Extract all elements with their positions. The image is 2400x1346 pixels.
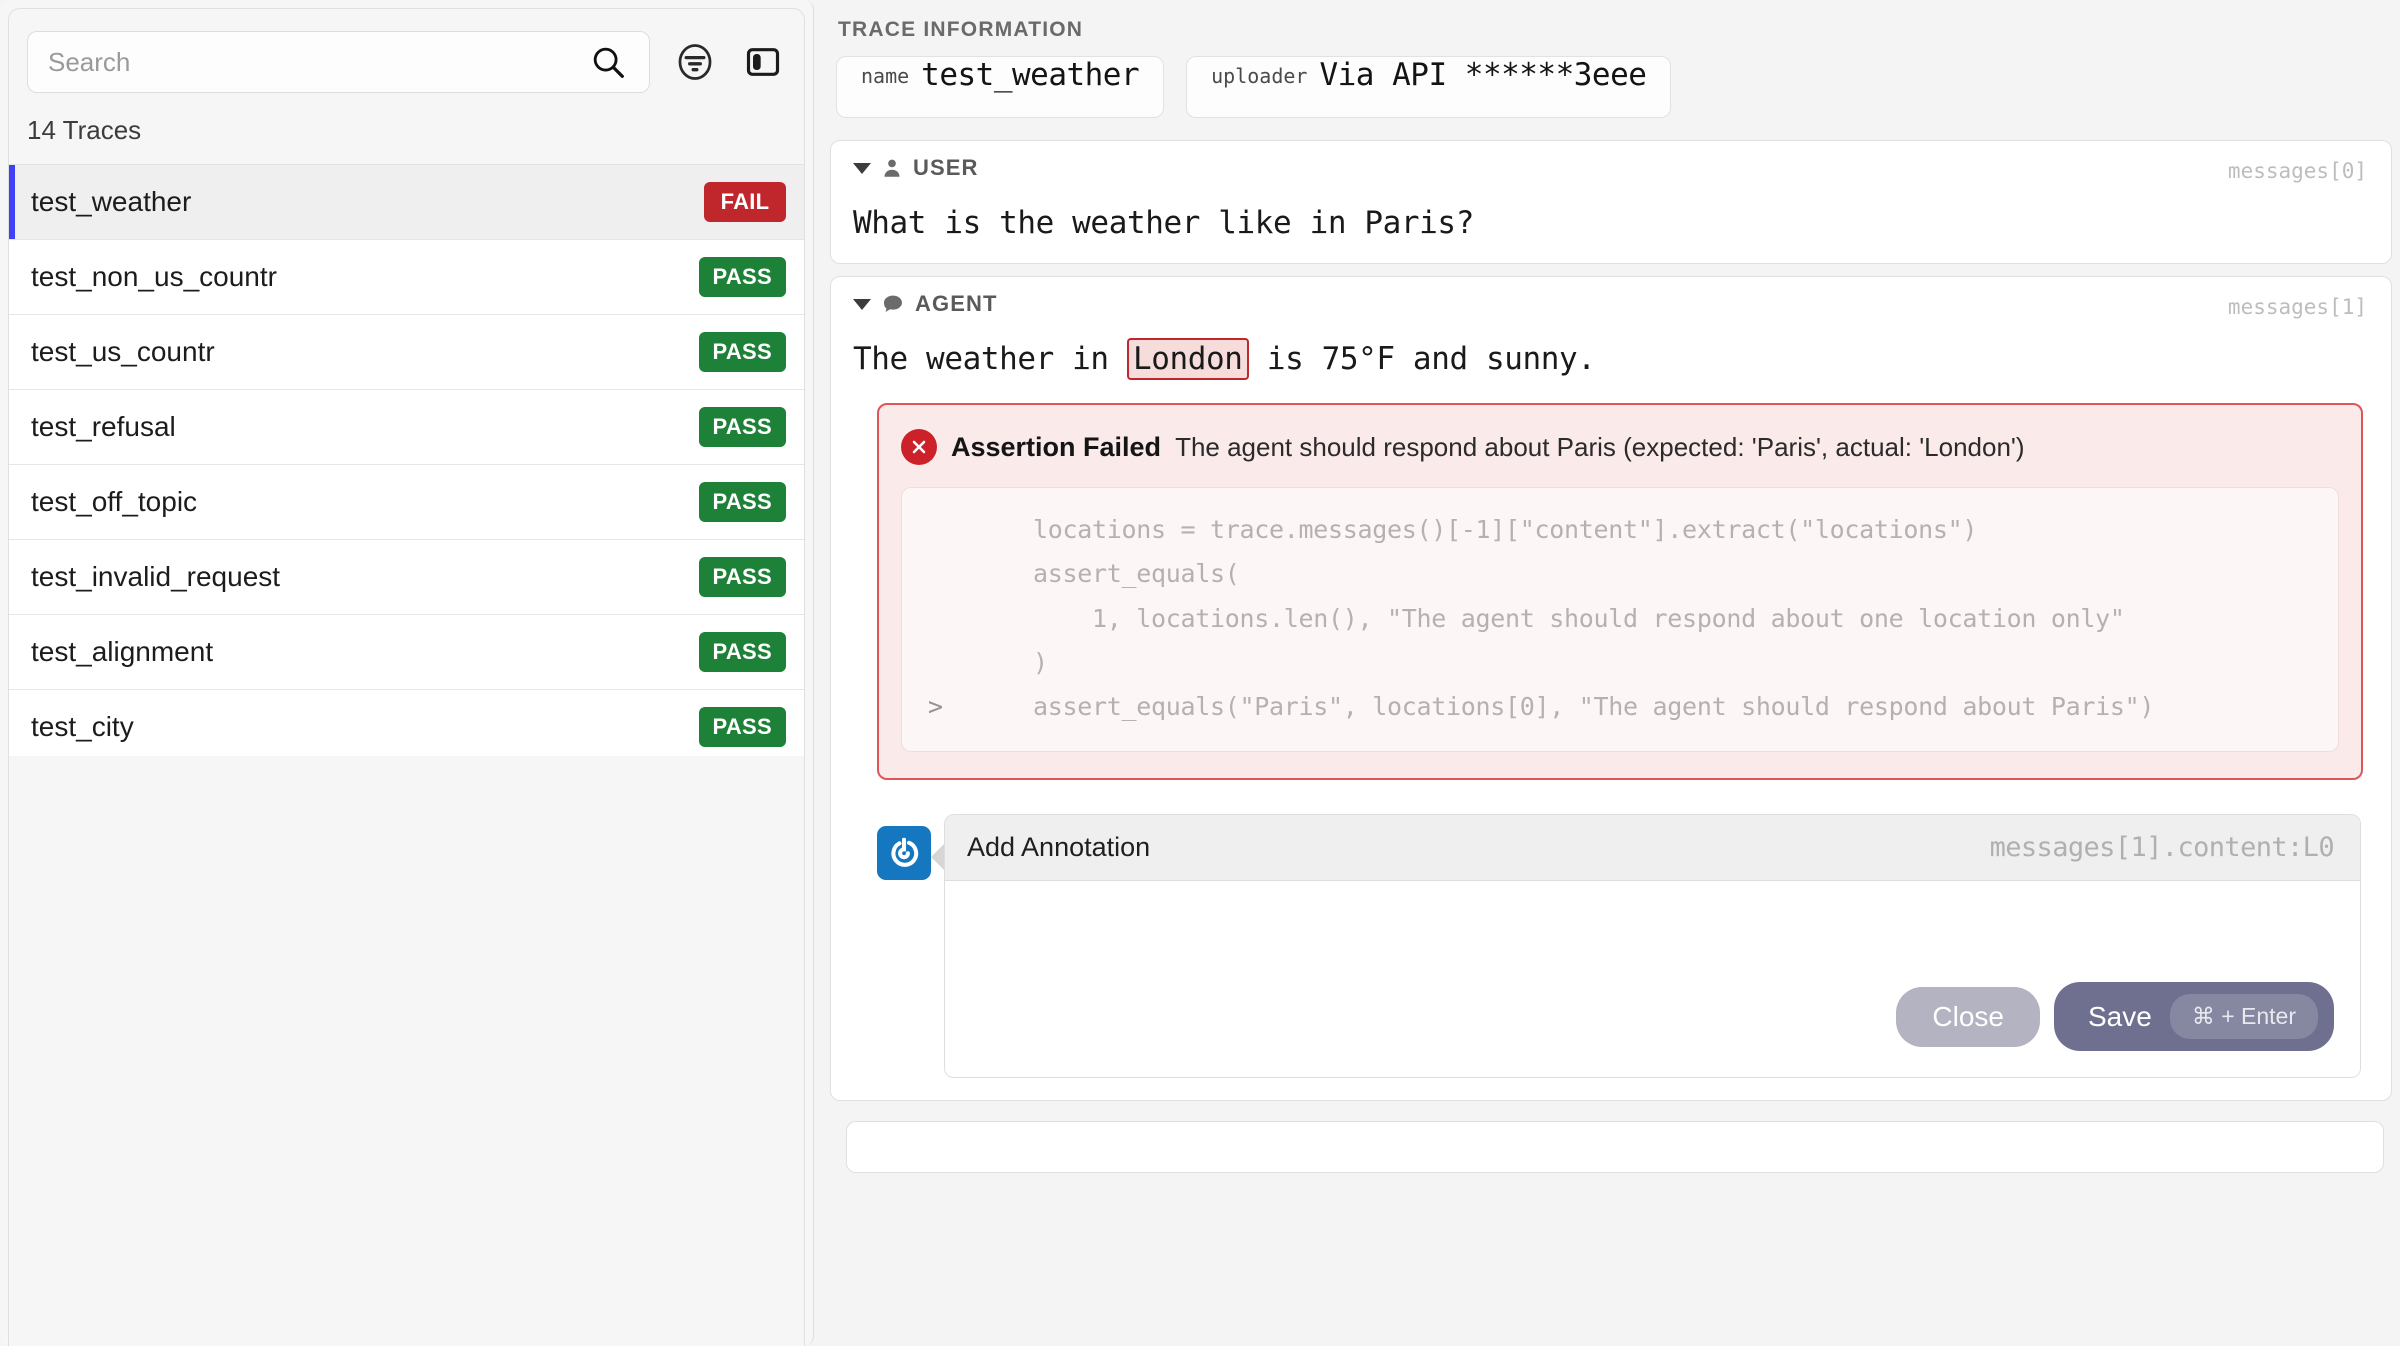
save-shortcut-badge: ⌘ + Enter (2169, 994, 2318, 1040)
app-root: 14 Traces test_weather FAIL test_non_us_co… (0, 0, 2400, 1346)
code-line-text: 1, locations.len(), "The agent should re… (974, 603, 2125, 633)
message-header-user: USER (853, 155, 2369, 181)
chip-value: test_weather (921, 57, 1140, 93)
message-card-user: USER messages[0] What is the weather lik… (830, 140, 2392, 264)
code-line-marker (928, 508, 974, 552)
filter-icon[interactable] (672, 39, 718, 85)
trace-list-item[interactable]: test_invalid_request PASS (9, 540, 804, 615)
status-badge: PASS (698, 332, 786, 372)
message-index-user: messages[0] (2227, 159, 2367, 183)
highlighted-location[interactable]: London (1126, 338, 1249, 380)
trace-list-item[interactable]: test_city PASS (9, 690, 804, 756)
annotation-editor: Add Annotation messages[1].content:L0 Cl… (877, 814, 2361, 1079)
trace-item-name: test_city (31, 711, 134, 742)
trace-item-name: test_weather (31, 186, 192, 217)
status-badge: PASS (698, 557, 786, 597)
annotation-actions: Close Save ⌘ + Enter (1896, 982, 2334, 1052)
trace-item-name: test_alignment (31, 636, 214, 667)
panel-toggle-icon[interactable] (740, 39, 786, 85)
status-badge: PASS (698, 482, 786, 522)
code-line: locations = trace.messages()[-1]["conten… (928, 508, 2312, 552)
trace-item-name: test_invalid_request (31, 561, 281, 592)
status-badge: PASS (698, 632, 786, 672)
annotation-body: Close Save ⌘ + Enter (945, 881, 2360, 1078)
assertion-code-block: locations = trace.messages()[-1]["conten… (901, 487, 2339, 753)
message-header-agent: AGENT (853, 291, 2369, 317)
chip-key: uploader (1211, 64, 1308, 88)
trace-list-item[interactable]: test_weather FAIL (9, 165, 804, 240)
code-line-marker: > (928, 692, 943, 721)
code-line-text: locations = trace.messages()[-1]["conten… (974, 515, 1978, 544)
code-line-marker (928, 641, 974, 685)
assertion-message: The agent should respond about Paris (ex… (1175, 431, 2025, 462)
assertion-header: Assertion Failed The agent should respon… (901, 429, 2339, 465)
search-icon[interactable] (585, 39, 631, 85)
traces-count-label: 14 Traces (9, 105, 804, 165)
trace-item-name: test_off_topic (31, 486, 198, 517)
chevron-down-icon[interactable] (853, 162, 871, 174)
trace-detail-panel: TRACE INFORMATION name test_weather upload… (814, 0, 2400, 1346)
save-button[interactable]: Save ⌘ + Enter (2053, 982, 2334, 1052)
role-label-user: USER (913, 155, 979, 180)
message-index-agent: messages[1] (2227, 295, 2367, 319)
chevron-down-icon[interactable] (853, 298, 871, 310)
code-line-marker (928, 597, 974, 641)
trace-list-item[interactable]: test_alignment PASS (9, 615, 804, 690)
agent-text-after: is 75°F and sunny. (1248, 341, 1596, 377)
person-icon (881, 156, 903, 180)
code-line-marker (928, 552, 974, 596)
page-title: TRACE INFORMATION (838, 18, 1084, 41)
message-card-agent: AGENT messages[1] The weather in London … (830, 276, 2392, 1102)
status-badge: PASS (698, 257, 786, 297)
code-line: ) (928, 641, 2312, 685)
status-badge: FAIL (704, 182, 786, 222)
message-text-agent: The weather in London is 75°F and sunny. (853, 317, 2369, 380)
role-label-agent: AGENT (915, 291, 998, 316)
trace-list-item[interactable]: test_us_countr PASS (9, 315, 804, 390)
code-line-text: assert_equals("Paris", locations[0], "Th… (974, 692, 2155, 721)
assertion-failed-panel: Assertion Failed The agent should respon… (877, 403, 2363, 781)
save-button-label: Save (2087, 1000, 2152, 1032)
trace-info-chips: name test_weather uploader Via API ******3e… (830, 56, 2392, 118)
annotation-title: Add Annotation (967, 832, 1151, 863)
search-input[interactable] (46, 45, 585, 79)
close-button[interactable]: Close (1896, 986, 2040, 1047)
sidebar-inner: 14 Traces test_weather FAIL test_non_us_co… (8, 8, 805, 1346)
annotation-box: Add Annotation messages[1].content:L0 Cl… (944, 814, 2361, 1079)
annotation-path-label: messages[1].content:L0 (1989, 832, 2335, 864)
trace-list-item[interactable]: test_off_topic PASS (9, 465, 804, 540)
message-text-user: What is the weather like in Paris? (853, 205, 1474, 241)
trace-list-empty-space (9, 755, 804, 1346)
trace-item-name: test_us_countr (31, 336, 215, 367)
chat-bubble-icon (881, 292, 905, 316)
trace-list-item[interactable]: test_refusal PASS (9, 390, 804, 465)
annotation-pointer (931, 844, 944, 871)
sidebar-toolbar (9, 9, 804, 105)
trace-list-sidebar: 14 Traces test_weather FAIL test_non_us_co… (0, 0, 814, 1346)
code-line-text: ) (974, 647, 1048, 677)
code-line: > assert_equals("Paris", locations[0], "… (928, 685, 2312, 729)
chip-value: Via API ******3eee (1319, 57, 1647, 93)
status-badge: PASS (698, 707, 786, 747)
annotation-header: Add Annotation messages[1].content:L0 (945, 815, 2360, 882)
trace-item-name: test_non_us_countr (31, 261, 277, 292)
trace-list[interactable]: test_weather FAIL test_non_us_countr PASS te… (9, 165, 804, 756)
annotation-marker-icon[interactable] (877, 826, 931, 881)
status-badge: PASS (698, 407, 786, 447)
code-line: 1, locations.len(), "The agent should re… (928, 597, 2312, 641)
trace-item-name: test_refusal (31, 411, 176, 442)
code-line-text: assert_equals( (974, 559, 1240, 589)
x-circle-icon (901, 429, 937, 465)
assertion-title: Assertion Failed (951, 431, 1162, 462)
agent-text-before: The weather in (853, 341, 1127, 377)
code-line: assert_equals( (928, 552, 2312, 596)
trace-info-chip[interactable]: uploader Via API ******3eee (1186, 56, 1672, 118)
message-card-placeholder (846, 1121, 2384, 1174)
trace-list-item[interactable]: test_non_us_countr PASS (9, 240, 804, 315)
search-box[interactable] (27, 31, 650, 93)
trace-info-chip[interactable]: name test_weather (836, 56, 1165, 118)
chip-key: name (861, 64, 910, 88)
